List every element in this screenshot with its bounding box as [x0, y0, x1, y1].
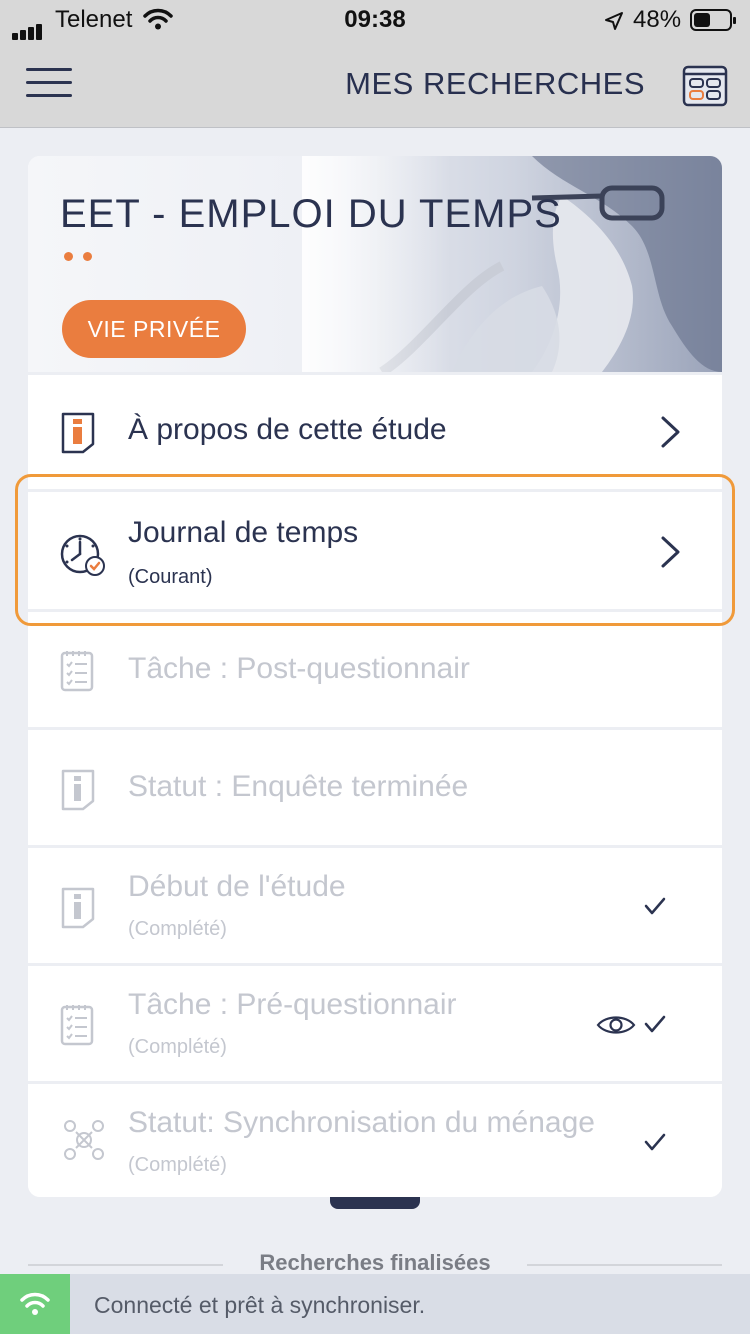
sync-status-bar[interactable]: Connecté et prêt à synchroniser. — [0, 1274, 750, 1334]
list-item-household-sync: Statut: Synchronisation du ménage (Compl… — [28, 1081, 722, 1197]
checklist-icon — [60, 1002, 94, 1051]
people-sync-icon — [60, 1116, 108, 1169]
eye-icon[interactable] — [596, 1014, 636, 1041]
battery-percent: 48% — [633, 6, 682, 33]
divider — [527, 1264, 722, 1266]
info-document-icon — [60, 886, 96, 935]
list-item-status: (Complété) — [128, 1036, 227, 1058]
calendar-icon[interactable] — [682, 62, 728, 108]
page-title: MES RECHERCHES — [345, 66, 645, 101]
list-item-post-questionnaire: Tâche : Post-questionnair — [28, 609, 722, 727]
nav-bar: MES RECHERCHES — [0, 40, 750, 128]
info-document-icon — [60, 411, 96, 460]
card-pager-handle[interactable] — [330, 1197, 420, 1209]
study-title: EET - EMPLOI DU TEMPS — [60, 192, 562, 236]
sync-message: Connecté et prêt à synchroniser. — [94, 1292, 426, 1318]
list-item-label: Début de l'étude — [128, 870, 346, 903]
chevron-right-icon — [660, 415, 682, 454]
header-portrait-image — [302, 156, 722, 372]
list-item-label: Statut : Enquête terminée — [128, 770, 469, 803]
list-item-label: À propos de cette étude — [128, 413, 447, 446]
hamburger-icon[interactable] — [26, 68, 74, 100]
list-item-label: Tâche : Pré-questionnair — [128, 988, 457, 1021]
privacy-button[interactable]: VIE PRIVÉE — [62, 300, 246, 358]
list-item-status: (Complété) — [128, 1154, 227, 1176]
location-arrow-icon — [604, 10, 624, 38]
battery-fill — [694, 13, 710, 27]
list-item-study-start: Début de l'étude (Complété) — [28, 845, 722, 963]
study-header: EET - EMPLOI DU TEMPS VIE PRIVÉE — [28, 156, 722, 372]
list-item-survey-status: Statut : Enquête terminée — [28, 727, 722, 845]
checkmark-icon — [644, 1132, 666, 1157]
checkmark-icon — [644, 1014, 666, 1039]
finished-studies-label: Recherches finalisées — [259, 1250, 491, 1275]
dots-indicator — [64, 248, 102, 266]
current-step-highlight — [15, 474, 735, 626]
checklist-icon — [60, 648, 94, 697]
list-item-pre-questionnaire[interactable]: Tâche : Pré-questionnair (Complété) — [28, 963, 722, 1081]
status-bar: Telenet 09:38 48% — [0, 0, 750, 40]
list-item-label: Statut: Synchronisation du ménage — [128, 1106, 595, 1139]
list-item-label: Tâche : Post-questionnair — [128, 652, 470, 685]
battery-icon — [690, 9, 736, 31]
list-item-about[interactable]: À propos de cette étude — [28, 372, 722, 489]
checkmark-icon — [644, 896, 666, 921]
info-document-icon — [60, 768, 96, 817]
study-card: EET - EMPLOI DU TEMPS VIE PRIVÉE À propo… — [28, 156, 722, 1197]
connection-status — [0, 1274, 70, 1334]
list-item-status: (Complété) — [128, 918, 227, 940]
wifi-icon — [20, 1292, 50, 1315]
